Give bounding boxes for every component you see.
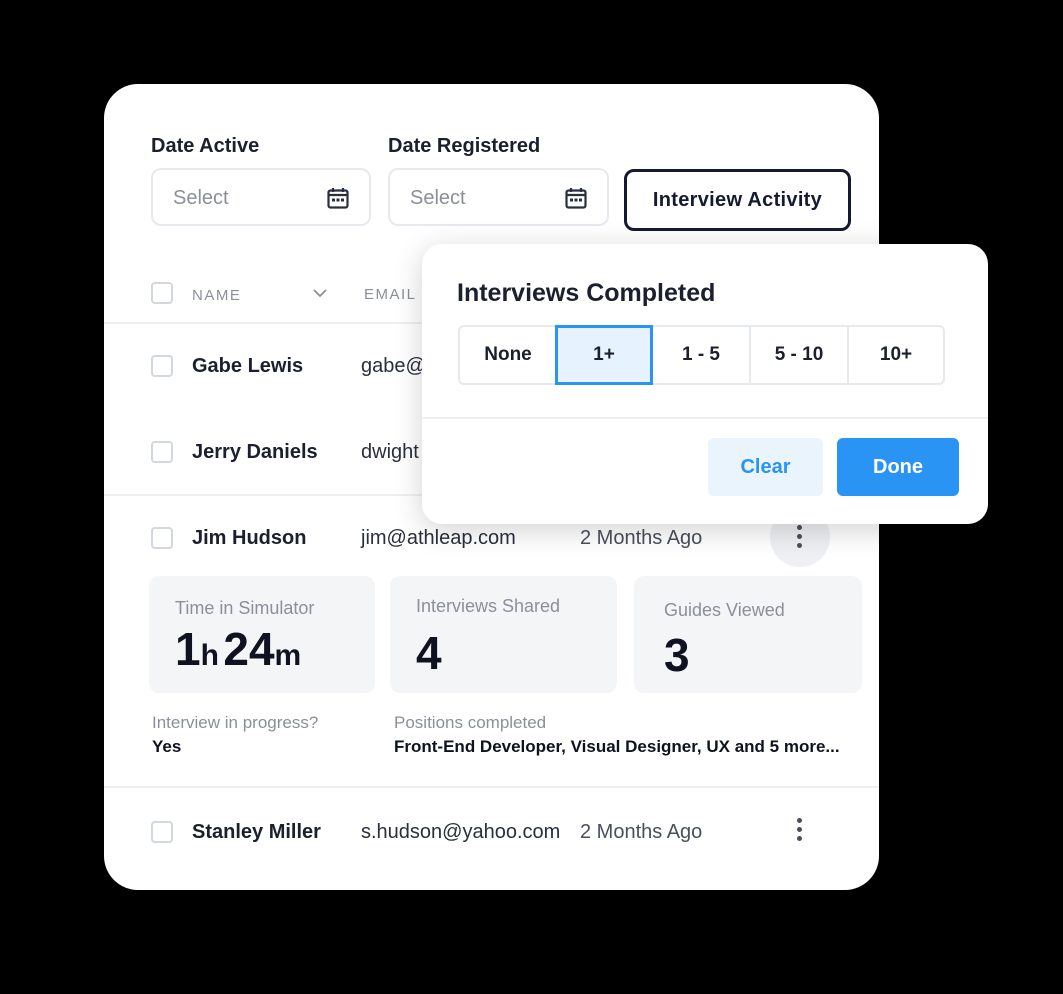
date-active-label: Date Active [151,135,260,157]
positions-completed-label: Positions completed [394,713,547,732]
interview-in-progress-value: Yes [152,737,182,756]
date-active-placeholder: Select [173,187,229,209]
more-vertical-icon[interactable] [797,818,803,845]
row-email: s.hudson@yahoo.com [361,821,561,843]
column-header-name[interactable]: NAME [192,287,241,304]
guides-viewed-value: 3 [664,629,690,681]
row-checkbox[interactable] [151,527,173,549]
row-last-active: 2 Months Ago [580,527,703,549]
row-checkbox[interactable] [151,441,173,463]
date-active-input[interactable]: Select [151,168,371,226]
date-registered-input[interactable]: Select [388,168,609,226]
option-none[interactable]: None [458,325,558,385]
row-checkbox[interactable] [151,821,173,843]
chevron-down-icon[interactable] [312,288,328,298]
row-last-active: 2 Months Ago [580,821,703,843]
stat-label: Guides Viewed [664,600,785,620]
row-checkbox[interactable] [151,355,173,377]
clear-button[interactable]: Clear [708,438,823,496]
guides-viewed-card: Guides Viewed 3 [634,576,862,693]
stat-label: Interviews Shared [416,596,561,616]
option-5-10[interactable]: 5 - 10 [749,325,849,385]
row-name[interactable]: Jerry Daniels [192,441,318,464]
option-1-5[interactable]: 1 - 5 [651,325,751,385]
interviews-shared-value: 4 [416,627,442,679]
row-divider [104,786,879,788]
calendar-icon [565,188,587,209]
row-name[interactable]: Jim Hudson [192,527,306,550]
date-registered-label: Date Registered [388,135,541,157]
popup-divider [422,417,988,419]
row-email: gabe@ [361,355,426,377]
date-registered-placeholder: Select [410,187,466,209]
row-name[interactable]: Stanley Miller [192,821,321,844]
time-in-simulator-card: Time in Simulator 1h 24m [149,576,375,693]
calendar-icon [327,188,349,209]
column-header-email[interactable]: EMAIL [364,286,417,303]
time-in-simulator-value: 1h 24m [175,623,302,675]
row-name[interactable]: Gabe Lewis [192,355,303,378]
done-button[interactable]: Done [837,438,959,496]
positions-completed-value: Front-End Developer, Visual Designer, UX… [394,737,840,756]
row-email: dwight [361,441,419,463]
interviews-shared-card: Interviews Shared 4 [390,576,617,693]
more-vertical-icon [797,525,803,552]
select-all-checkbox[interactable] [151,282,173,304]
option-1-plus[interactable]: 1+ [555,325,653,385]
row-email: jim@athleap.com [361,527,516,549]
option-10-plus[interactable]: 10+ [847,325,945,385]
popup-title: Interviews Completed [457,279,716,307]
interview-activity-button[interactable]: Interview Activity [624,169,851,231]
interviews-completed-popover: Interviews Completed None 1+ 1 - 5 5 - 1… [422,244,988,524]
stat-label: Time in Simulator [175,598,315,618]
interview-in-progress-label: Interview in progress? [152,713,319,732]
